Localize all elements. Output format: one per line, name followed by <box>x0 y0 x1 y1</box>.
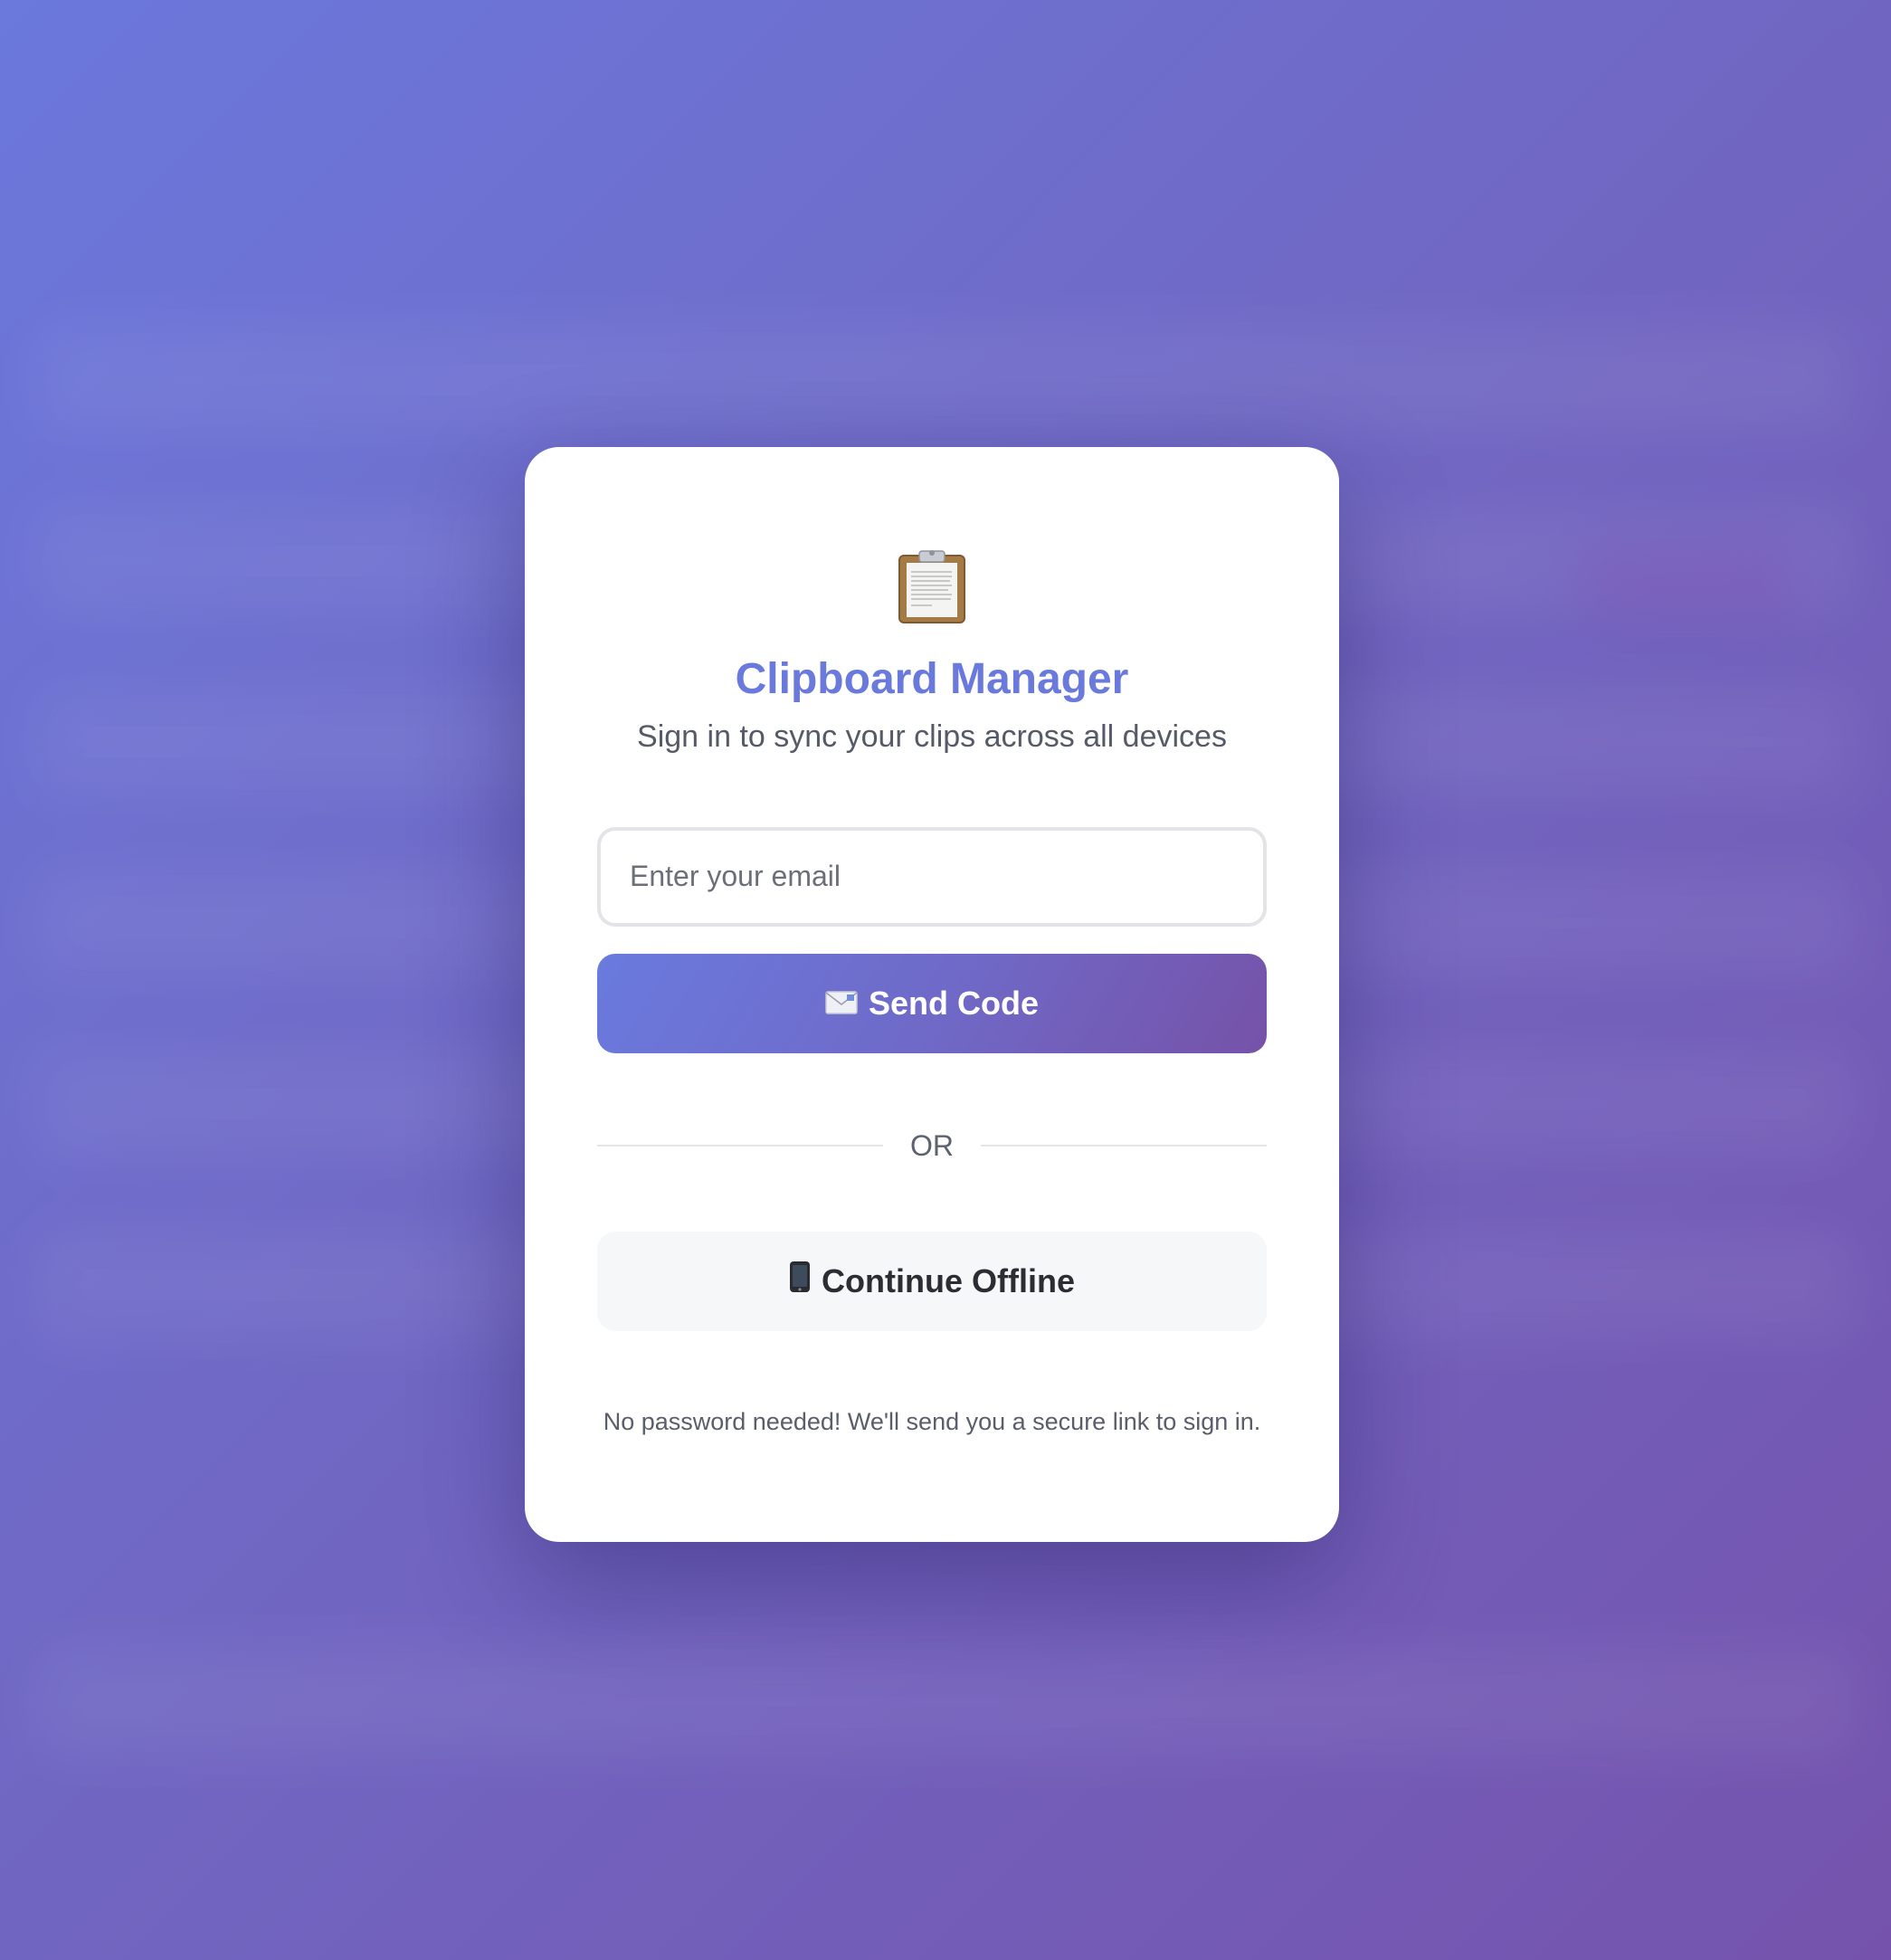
app-title: Clipboard Manager <box>735 655 1129 703</box>
blurred-band <box>36 326 1855 434</box>
or-divider: OR <box>597 1129 1267 1163</box>
sign-in-card: Clipboard Manager Sign in to sync your c… <box>525 447 1339 1542</box>
continue-offline-label: Continue Offline <box>822 1261 1075 1299</box>
blurred-pill <box>1574 543 1801 615</box>
mobile-phone-icon <box>789 1261 811 1301</box>
envelope-icon <box>825 985 858 1023</box>
divider-text: OR <box>910 1128 954 1162</box>
divider-line <box>981 1145 1267 1147</box>
continue-offline-button[interactable]: Continue Offline <box>597 1231 1267 1331</box>
blurred-band <box>36 1647 1855 1755</box>
app-subtitle: Sign in to sync your clips across all de… <box>637 718 1227 754</box>
clipboard-icon <box>896 548 968 624</box>
send-code-label: Send Code <box>868 984 1039 1022</box>
email-input[interactable] <box>597 826 1267 927</box>
footer-note: No password needed! We'll send you a sec… <box>603 1407 1261 1435</box>
divider-line <box>597 1145 883 1147</box>
send-code-button[interactable]: Send Code <box>597 953 1267 1053</box>
